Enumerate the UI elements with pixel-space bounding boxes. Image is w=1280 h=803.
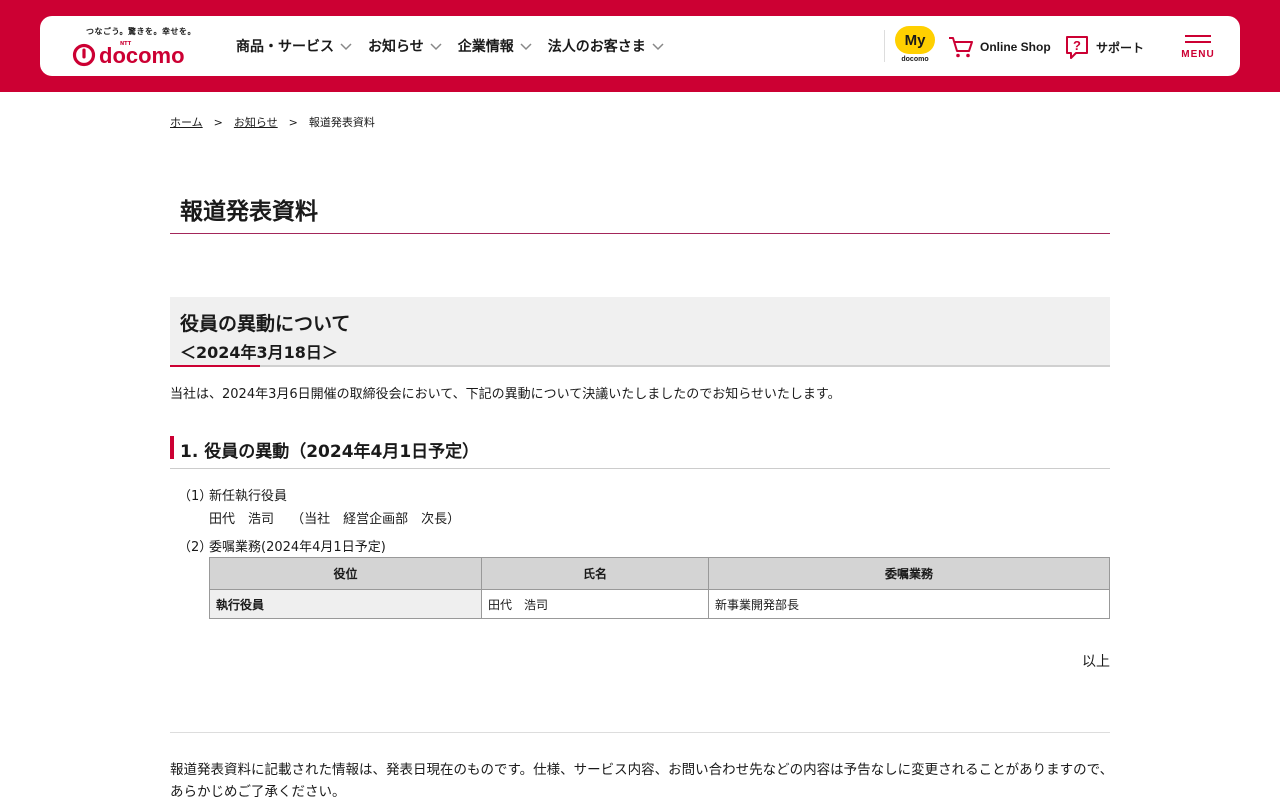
table-cell-position: 執行役員 xyxy=(209,589,482,619)
nav-label: 商品・サービス xyxy=(236,39,334,55)
item-label: 委嘱業務(2024年4月1日予定) xyxy=(209,540,386,555)
table-header-row: 役位 氏名 委嘱業務 xyxy=(209,557,1110,590)
release-intro: 当社は、2024年3月6日開催の取締役会において、下記の異動について決議いたしま… xyxy=(170,387,841,402)
online-shop-link[interactable]: Online Shop xyxy=(948,34,1051,60)
svg-text:?: ? xyxy=(1073,38,1081,53)
my-docomo-sub: docomo xyxy=(901,56,929,63)
nav-label: お知らせ xyxy=(368,39,424,55)
assignment-table: 役位 氏名 委嘱業務 執行役員 田代 浩司 新事業開発部長 xyxy=(209,557,1110,619)
logo-tagline: つなごう。驚きを。幸せを。 xyxy=(86,27,197,36)
header-divider xyxy=(884,30,885,62)
section-heading: 1. 役員の異動（2024年4月1日予定） xyxy=(170,436,1110,469)
nav-label: 企業情報 xyxy=(457,39,514,55)
support-label: サポート xyxy=(1096,40,1145,55)
release-header: 役員の異動について ＜2024年3月18日＞ xyxy=(170,297,1110,367)
docomo-logo[interactable]: つなごう。驚きを。幸せを。 NTT docomo xyxy=(72,24,202,70)
cart-icon xyxy=(949,37,973,58)
nav-corporate-info[interactable]: 企業情報 xyxy=(458,36,532,56)
online-shop-label: Online Shop xyxy=(980,40,1051,54)
section-heading-bar xyxy=(170,436,174,459)
list-item-new-officer: （1）新任執行役員 xyxy=(178,485,287,504)
table-header-position: 役位 xyxy=(209,557,482,590)
table-header-duty: 委嘱業務 xyxy=(708,557,1110,590)
page-title: 報道発表資料 xyxy=(180,199,318,225)
chevron-down-icon xyxy=(340,43,352,51)
logo-wordmark-text: docomo xyxy=(99,43,185,68)
closing-text: 以上 xyxy=(1082,654,1110,670)
section-heading-text: 1. 役員の異動（2024年4月1日予定） xyxy=(180,442,480,462)
content-divider xyxy=(170,732,1110,733)
nav-business-customers[interactable]: 法人のお客さま xyxy=(548,36,664,56)
help-question-icon: ? xyxy=(1066,36,1088,59)
breadcrumb-separator: > xyxy=(288,115,298,129)
main-nav: 商品・サービス お知らせ 企業情報 法人のお客さま xyxy=(236,16,680,76)
chevron-down-icon xyxy=(430,43,442,51)
breadcrumb: ホーム > お知らせ > 報道発表資料 xyxy=(170,114,375,130)
release-title: 役員の異動について xyxy=(180,313,351,335)
item-number: （1） xyxy=(178,489,213,504)
list-item-assignment: （2）委嘱業務(2024年4月1日予定) xyxy=(178,536,386,555)
header-band: つなごう。驚きを。幸せを。 NTT docomo 商品・サービス お知らせ 企業… xyxy=(0,0,1280,92)
page-title-block: 報道発表資料 xyxy=(170,192,1110,234)
nav-news[interactable]: お知らせ xyxy=(368,36,442,56)
item-number: （2） xyxy=(178,540,213,555)
nav-products-services[interactable]: 商品・サービス xyxy=(236,36,352,56)
chevron-down-icon xyxy=(652,43,664,51)
table-header-name: 氏名 xyxy=(481,557,709,590)
breadcrumb-separator: > xyxy=(213,115,223,129)
chevron-down-icon xyxy=(520,43,532,51)
breadcrumb-current: 報道発表資料 xyxy=(308,116,375,129)
table-cell-name: 田代 浩司 xyxy=(481,589,709,619)
new-officer-detail: 田代 浩司 （当社 経営企画部 次長） xyxy=(209,512,461,527)
support-link[interactable]: ? サポート xyxy=(1064,34,1144,60)
breadcrumb-home[interactable]: ホーム xyxy=(170,114,203,130)
disclaimer-notice: 報道発表資料に記載された情報は、発表日現在のものです。仕様、サービス内容、お問い… xyxy=(170,762,1114,800)
my-docomo-badge: My xyxy=(895,26,935,54)
release-header-accent xyxy=(170,365,260,367)
breadcrumb-news[interactable]: お知らせ xyxy=(234,114,278,130)
my-docomo-button[interactable]: My docomo xyxy=(893,26,937,68)
menu-button[interactable]: MENU xyxy=(1176,32,1220,66)
release-date: ＜2024年3月18日＞ xyxy=(180,343,338,362)
table-cell-duty: 新事業開発部長 xyxy=(708,589,1110,619)
menu-label: MENU xyxy=(1181,49,1215,60)
docomo-wordmark-icon: docomo xyxy=(72,43,185,68)
table-row: 執行役員 田代 浩司 新事業開発部長 xyxy=(209,589,1110,619)
item-label: 新任執行役員 xyxy=(209,489,288,504)
global-header: つなごう。驚きを。幸せを。 NTT docomo 商品・サービス お知らせ 企業… xyxy=(40,16,1240,76)
nav-label: 法人のお客さま xyxy=(547,39,646,55)
